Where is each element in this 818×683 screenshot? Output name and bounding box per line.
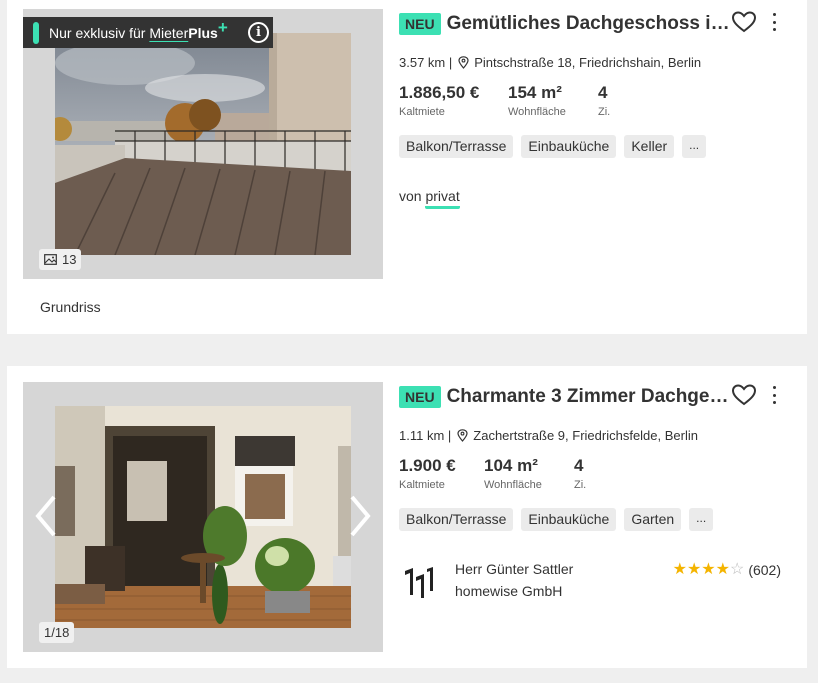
address-row: 1.11 km | Zachertstraße 9, Friedrichsfel… — [399, 426, 791, 444]
tag: Keller — [624, 135, 675, 158]
location-pin-icon — [457, 428, 468, 442]
listing-photo[interactable] — [55, 33, 351, 255]
agent-info[interactable]: Herr Günter Sattler homewise GmbH ★ ★ ★ … — [399, 561, 791, 611]
fact-value: 4 — [574, 456, 584, 475]
star-icon: ★ — [686, 561, 702, 578]
photo-index-text: 1/18 — [44, 625, 70, 640]
accent-bar — [33, 21, 39, 44]
brand-mieter: Mieter — [149, 24, 189, 41]
photo-gallery[interactable]: 13 — [23, 9, 383, 279]
tag: Einbauküche — [521, 135, 617, 158]
more-vertical-icon[interactable] — [771, 386, 777, 404]
fact-rooms: 4 Zi. — [574, 456, 586, 491]
exclusive-badge: Nur exklusiv für Mieter Plus + i — [23, 17, 273, 48]
photo-gallery[interactable]: 1/18 — [23, 382, 383, 652]
agent-rating[interactable]: ★ ★ ★ ★ ☆ (602) — [673, 562, 781, 579]
photo-count-text: 13 — [62, 252, 77, 267]
tag: Balkon/Terrasse — [399, 508, 514, 531]
fact-area: 104 m² Wohnfläche — [484, 456, 574, 491]
fact-rooms: 4 Zi. — [598, 83, 610, 118]
new-badge: NEU — [399, 13, 441, 35]
heart-icon[interactable] — [731, 383, 757, 407]
more-vertical-icon[interactable] — [771, 13, 777, 31]
brand-plus: Plus — [188, 24, 218, 41]
photo-count-badge: 13 — [39, 249, 82, 270]
new-badge: NEU — [399, 386, 441, 408]
star-icon: ★ — [701, 561, 716, 578]
heart-icon[interactable] — [731, 10, 757, 34]
floorplan-link[interactable]: Grundriss — [40, 299, 101, 315]
fact-label: Zi. — [574, 479, 587, 491]
address: Pintschstraße 18, Friedrichshain, Berlin — [474, 54, 702, 70]
star-icon: ★ — [715, 561, 730, 578]
key-facts: 1.886,50 € Kaltmiete 154 m² Wohnfläche 4… — [399, 83, 791, 118]
more-tags[interactable]: ... — [682, 135, 707, 158]
listing-title[interactable]: Charmante 3 Zimmer Dachgeschosswohnung — [447, 386, 737, 408]
provider-prefix: von — [399, 188, 422, 204]
fact-area: 154 m² Wohnfläche — [508, 83, 598, 118]
fact-value: 1.900 € — [399, 456, 456, 475]
brand-plus-sign: + — [217, 17, 228, 37]
listing-card[interactable]: 1/18 NEU Charmante 3 Zimmer Dachgeschoss… — [7, 366, 807, 668]
key-facts: 1.900 € Kaltmiete 104 m² Wohnfläche 4 Zi… — [399, 456, 791, 491]
fact-label: Zi. — [598, 106, 611, 118]
star-icon: ☆ — [729, 561, 745, 578]
rating-count: (602) — [748, 562, 781, 578]
star-icon: ★ — [672, 561, 687, 578]
agency-logo-icon — [405, 567, 433, 598]
listing-title[interactable]: Gemütliches Dachgeschoss im Friedrichsha… — [447, 13, 737, 35]
more-tags[interactable]: ... — [689, 508, 714, 531]
fact-value: 4 — [598, 83, 608, 102]
address: Zachertstraße 9, Friedrichsfelde, Berlin — [473, 427, 698, 443]
listing-info: NEU Charmante 3 Zimmer Dachgeschosswohnu… — [399, 383, 791, 611]
listing-photo[interactable] — [55, 406, 351, 628]
info-icon[interactable]: i — [248, 22, 269, 43]
feature-tags: Balkon/Terrasse Einbauküche Keller ... — [399, 135, 791, 158]
location-pin-icon — [458, 55, 469, 69]
fact-rent: 1.900 € Kaltmiete — [399, 456, 484, 491]
fact-label: Kaltmiete — [399, 479, 445, 491]
provider-type: privat — [425, 188, 460, 209]
fact-value: 154 m² — [508, 83, 562, 102]
tag: Garten — [624, 508, 682, 531]
chevron-right-icon[interactable] — [349, 494, 371, 538]
distance: 1.11 km | — [399, 427, 452, 443]
feature-tags: Balkon/Terrasse Einbauküche Garten ... — [399, 508, 791, 531]
address-row: 3.57 km | Pintschstraße 18, Friedrichsha… — [399, 53, 791, 71]
fact-rent: 1.886,50 € Kaltmiete — [399, 83, 508, 118]
rating-stars: ★ ★ ★ ★ ☆ — [673, 562, 745, 578]
listing-card[interactable]: 13 Nur exklusiv für Mieter Plus + i Grundr… — [7, 0, 807, 334]
fact-value: 1.886,50 € — [399, 83, 480, 102]
fact-value: 104 m² — [484, 456, 538, 475]
agent-company: homewise GmbH — [455, 583, 563, 599]
photo-index-badge: 1/18 — [39, 622, 75, 643]
exclusive-text: Nur exklusiv für — [49, 24, 146, 41]
provider-private: von privat — [399, 188, 791, 209]
chevron-left-icon[interactable] — [35, 494, 57, 538]
fact-label: Kaltmiete — [399, 106, 445, 118]
listing-info: NEU Gemütliches Dachgeschoss im Friedric… — [399, 10, 791, 209]
fact-label: Wohnfläche — [484, 479, 542, 491]
fact-label: Wohnfläche — [508, 106, 566, 118]
tag: Balkon/Terrasse — [399, 135, 514, 158]
agent-name: Herr Günter Sattler — [455, 561, 574, 577]
distance: 3.57 km | — [399, 54, 453, 70]
image-icon — [44, 254, 57, 265]
tag: Einbauküche — [521, 508, 617, 531]
